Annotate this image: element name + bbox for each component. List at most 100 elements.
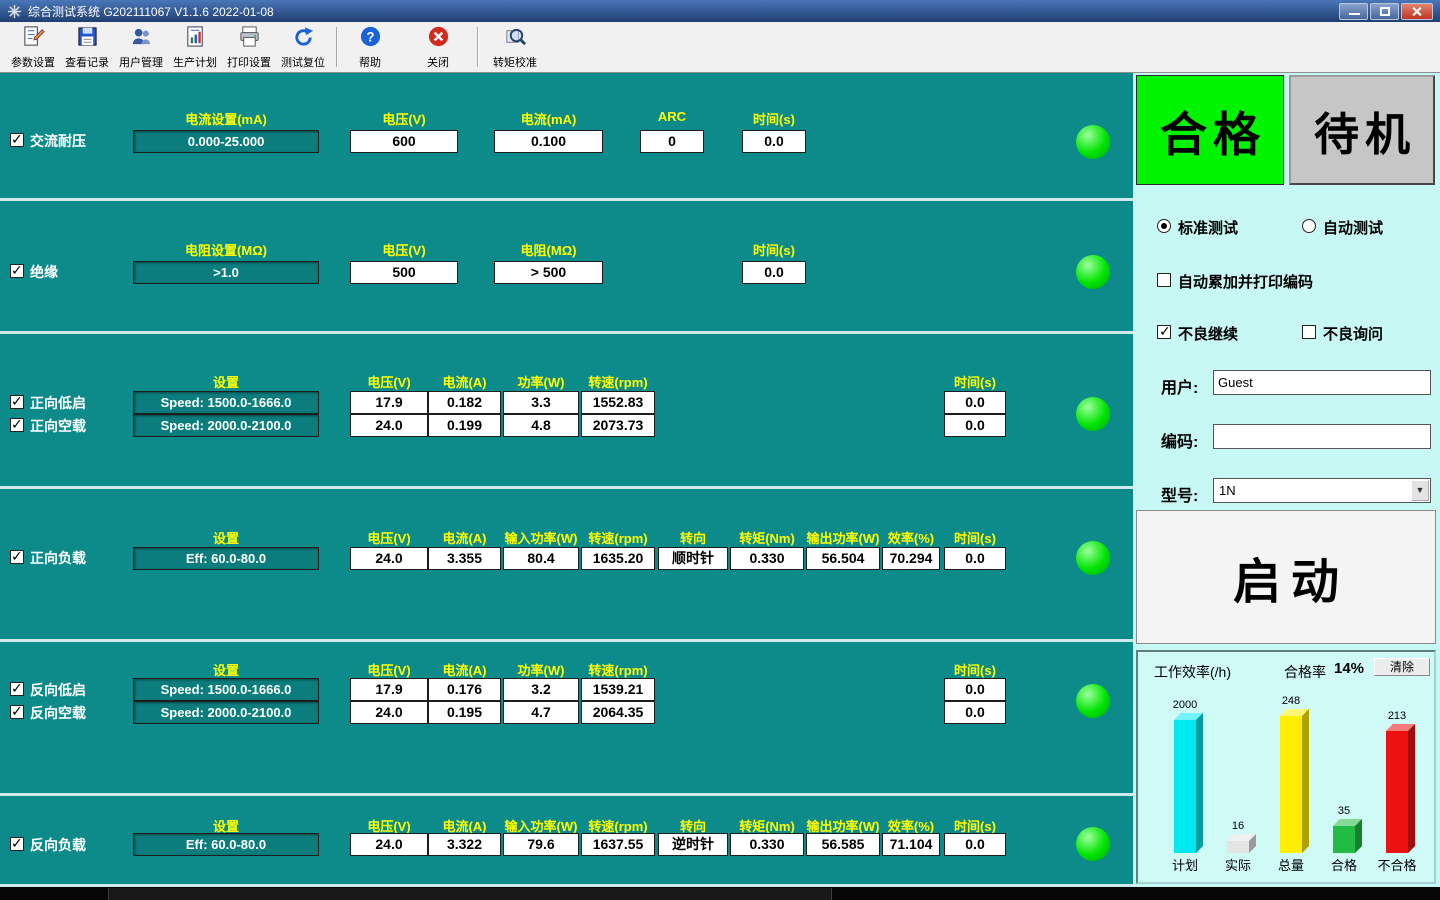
help-icon: ? [359, 25, 382, 53]
window-title: 综合测试系统 G202111067 V1.1.6 2022-01-08 [28, 3, 274, 20]
model-value: 1N [1219, 483, 1236, 498]
column-header: 电压(V) [350, 372, 428, 391]
section-label: 正向低启 [30, 393, 86, 413]
value-box: 0.0 [742, 130, 806, 153]
status-lamp [1076, 827, 1110, 861]
magnifier-icon [504, 25, 527, 53]
value-box: 0.195 [428, 701, 501, 724]
fwd-noload-checkbox[interactable] [10, 418, 24, 432]
fwd-lowstart-checkbox[interactable] [10, 395, 24, 409]
background-window-strip [0, 887, 1440, 900]
model-dropdown[interactable]: 1N ▼ [1213, 478, 1431, 503]
toolbar-button-records[interactable]: 查看记录 [60, 24, 114, 71]
standard-test-radio[interactable] [1157, 219, 1171, 233]
main-test-area: 交流耐压 电流设置(mA) 0.000-25.000 电压(V) 600 电流(… [0, 73, 1133, 887]
value-box: 24.0 [350, 701, 428, 724]
value-box: 1637.55 [581, 833, 655, 856]
toolbar-button-help[interactable]: ? 帮助 [343, 24, 397, 71]
bar-value-label: 248 [1268, 695, 1314, 707]
section-label: 反向空载 [30, 703, 86, 723]
rev-load-checkbox[interactable] [10, 837, 24, 851]
print-icon [238, 25, 261, 53]
value-box: 1635.20 [581, 547, 655, 570]
section-forward-load: 正向负载 设置 Eff: 60.0-80.0 电压(V) 电流(A) 输入功率(… [0, 489, 1133, 642]
setting-value-box: Eff: 60.0-80.0 [133, 547, 319, 570]
bar-3 [1333, 826, 1355, 853]
window-controls [1339, 3, 1436, 20]
column-header: 输入功率(W) [503, 528, 579, 547]
toolbar-button-print[interactable]: 打印设置 [222, 24, 276, 71]
insulation-checkbox[interactable] [10, 264, 24, 278]
column-header: 电阻(MΩ) [494, 240, 603, 259]
column-header: ARC [640, 109, 704, 124]
column-header: 电流(A) [428, 372, 501, 391]
status-lamp [1076, 125, 1110, 159]
setting-value-box: Speed: 1500.0-1666.0 [133, 391, 319, 414]
toolbar-button-reset[interactable]: 测试复位 [276, 24, 330, 71]
value-box: 24.0 [350, 833, 428, 856]
fwd-load-checkbox[interactable] [10, 550, 24, 564]
auto-accumulate-print-label: 自动累加并打印编码 [1178, 271, 1313, 292]
maximize-button[interactable] [1370, 3, 1399, 20]
value-box: 24.0 [350, 547, 428, 570]
right-panel: 合格 待机 标准测试 自动测试 自动累加并打印编码 不良继续 不良询问 用户: … [1133, 73, 1440, 887]
column-header: 电流(A) [428, 528, 501, 547]
rev-noload-checkbox[interactable] [10, 705, 24, 719]
value-box: 500 [350, 261, 458, 284]
toolbar-button-users[interactable]: 用户管理 [114, 24, 168, 71]
minimize-button[interactable] [1339, 3, 1368, 20]
bar-category-label: 实际 [1215, 855, 1261, 874]
column-header: 电压(V) [350, 109, 458, 128]
auto-test-label: 自动测试 [1323, 217, 1383, 238]
value-box: 56.504 [806, 547, 880, 570]
setting-value-box: 0.000-25.000 [133, 130, 319, 153]
direction-value-box: 逆时针 [658, 833, 728, 856]
column-header: 转速(rpm) [581, 528, 655, 547]
value-box: 80.4 [503, 547, 579, 570]
column-header: 时间(s) [944, 660, 1006, 679]
user-input[interactable] [1213, 370, 1431, 395]
code-input[interactable] [1213, 424, 1431, 449]
setting-value-box: Eff: 60.0-80.0 [133, 833, 319, 856]
auto-accumulate-print-checkbox[interactable] [1157, 273, 1171, 287]
bar-side-face [1302, 709, 1309, 853]
toolbar-button-torque-cal[interactable]: 转矩校准 [484, 24, 546, 71]
value-box: 0.0 [944, 391, 1006, 414]
value-box: 4.8 [503, 414, 579, 437]
status-lamp [1076, 541, 1110, 575]
auto-test-radio[interactable] [1302, 219, 1316, 233]
column-header: 功率(W) [503, 372, 579, 391]
bar-1 [1227, 841, 1249, 853]
start-button[interactable]: 启动 [1136, 510, 1436, 644]
records-icon [76, 25, 99, 53]
close-app-icon [427, 25, 450, 53]
column-header: 电流(mA) [494, 109, 603, 128]
section-label: 正向负载 [30, 548, 86, 568]
efficiency-chart-panel: 工作效率(/h) 合格率 14% 清除 2000计划16实际248总量35合格2… [1136, 650, 1436, 884]
column-header: 设置 [133, 372, 319, 391]
value-box: 0.0 [944, 833, 1006, 856]
value-box: 70.294 [882, 547, 940, 570]
value-box: 79.6 [503, 833, 579, 856]
toolbar-button-label: 关闭 [427, 54, 449, 70]
value-box: 1539.21 [581, 678, 655, 701]
ac-hipot-checkbox[interactable] [10, 133, 24, 147]
toolbar-button-label: 参数设置 [11, 54, 55, 70]
toolbar-button-label: 转矩校准 [493, 54, 537, 70]
fail-continue-checkbox[interactable] [1157, 325, 1171, 339]
fail-ask-checkbox[interactable] [1302, 325, 1316, 339]
column-header: 转向 [658, 528, 728, 547]
toolbar-button-plan[interactable]: 生产计划 [168, 24, 222, 71]
value-box: 56.585 [806, 833, 880, 856]
chevron-down-icon[interactable]: ▼ [1411, 480, 1429, 501]
section-ac-hipot: 交流耐压 电流设置(mA) 0.000-25.000 电压(V) 600 电流(… [0, 73, 1133, 201]
rev-lowstart-checkbox[interactable] [10, 682, 24, 696]
value-box: > 500 [494, 261, 603, 284]
toolbar-button-params[interactable]: 参数设置 [6, 24, 60, 71]
fail-continue-label: 不良继续 [1178, 323, 1238, 344]
code-label: 编码: [1161, 428, 1198, 452]
toolbar-button-close-app[interactable]: 关闭 [411, 24, 465, 71]
close-button[interactable] [1401, 3, 1433, 20]
section-reverse-start: 反向低启 反向空载 设置 Speed: 1500.0-1666.0 Speed:… [0, 642, 1133, 796]
value-box: 4.7 [503, 701, 579, 724]
